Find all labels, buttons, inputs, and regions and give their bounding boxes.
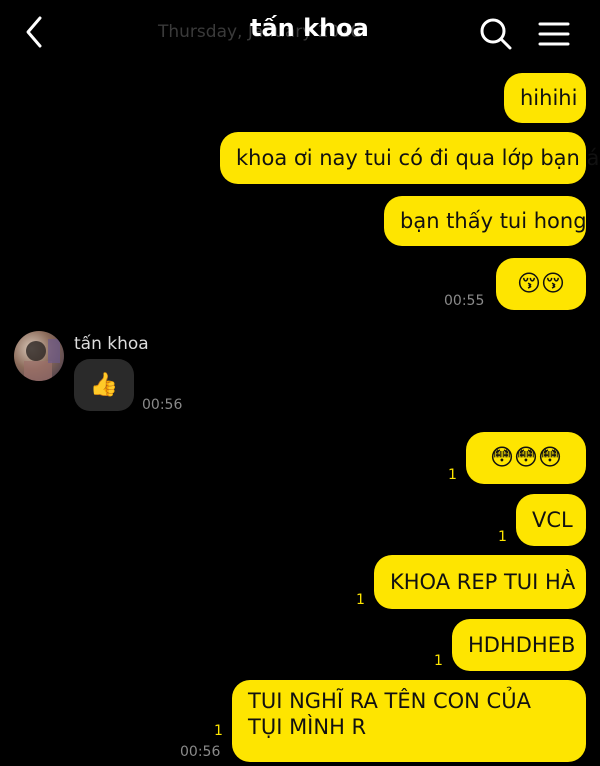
thumbs-up-emoji: 👍 <box>89 371 119 398</box>
unread-count: 1 <box>434 653 443 669</box>
sender-name: tấn khoa <box>74 334 149 354</box>
message-time: 00:55 <box>444 293 485 309</box>
unread-count: 1 <box>356 592 365 608</box>
message-bubble[interactable]: TUI NGHĨ RA TÊN CON CỦA TỤI MÌNH R <box>232 680 586 762</box>
message-bubble[interactable]: hihihi <box>504 73 586 123</box>
message-text: bạn thấy tui hong <box>400 209 587 233</box>
message-text: khoa ơi nay tui có đi qua lớp bạn á <box>236 146 600 170</box>
chat-title: tấn khoa <box>250 14 369 42</box>
kissing-emoji: 😚😚 <box>517 270 565 297</box>
message-text: VCL <box>532 508 573 532</box>
message-bubble[interactable]: bạn thấy tui hong <box>384 196 587 246</box>
unread-count: 1 <box>448 467 457 483</box>
message-time: 00:56 <box>180 744 221 760</box>
message-text: HDHDHEB <box>468 633 576 657</box>
avatar[interactable] <box>14 331 64 381</box>
message-bubble[interactable]: KHOA REP TUI HÀ <box>374 555 586 609</box>
message-bubble[interactable]: VCL <box>516 494 586 546</box>
incoming-message-bubble[interactable]: 👍 <box>74 359 134 411</box>
message-time: 00:56 <box>142 397 183 413</box>
chat-header: Thursday, January 2026 tấn khoa <box>0 0 600 64</box>
menu-icon[interactable] <box>532 14 572 54</box>
message-text: KHOA REP TUI HÀ <box>390 570 576 594</box>
search-icon[interactable] <box>476 14 516 54</box>
message-text: TUI NGHĨ RA TÊN CON CỦA TỤI MÌNH R <box>248 689 531 739</box>
message-text: hihihi <box>520 86 578 110</box>
unread-count: 1 <box>214 723 223 739</box>
message-bubble[interactable]: 😚😚 <box>496 258 586 310</box>
message-bubble[interactable]: HDHDHEB <box>452 619 586 671</box>
message-bubble[interactable]: khoa ơi nay tui có đi qua lớp bạn á <box>220 132 599 184</box>
unread-count: 1 <box>498 529 507 545</box>
message-bubble[interactable]: 😳😳😳 <box>466 432 586 484</box>
flushed-emoji: 😳😳😳 <box>490 444 562 471</box>
back-arrow-icon[interactable] <box>16 12 56 52</box>
